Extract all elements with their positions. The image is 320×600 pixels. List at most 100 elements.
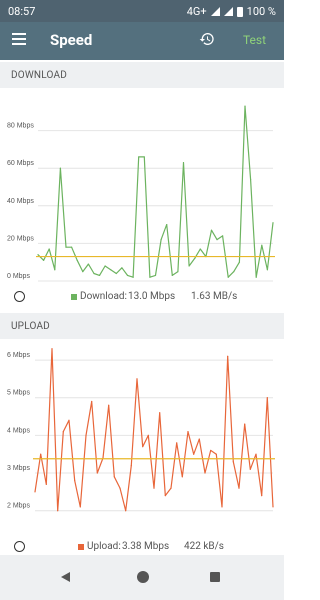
series-line (34, 348, 274, 512)
data-point (119, 487, 121, 489)
hamburger-menu-icon[interactable] (12, 33, 26, 45)
upload-speed-mbps: 3.38 Mbps (122, 541, 170, 552)
data-point (125, 510, 127, 512)
back-icon[interactable] (61, 572, 70, 582)
home-icon[interactable] (137, 571, 149, 583)
data-point (181, 476, 183, 478)
data-point (210, 229, 213, 231)
app-bar: Speed Test (0, 22, 284, 60)
data-point (93, 272, 95, 275)
data-point (261, 244, 263, 246)
y-tick-label: 0 Mbps (7, 273, 30, 280)
upload-legend: Upload: 3.38 Mbps 422 kB/s (0, 537, 284, 557)
data-point (153, 487, 155, 489)
data-point (59, 167, 61, 169)
download-legend-label: Download: (80, 291, 127, 302)
data-point (42, 259, 45, 261)
data-point (154, 274, 157, 276)
data-point (82, 271, 84, 273)
test-button[interactable]: Test (243, 33, 266, 47)
data-point (198, 438, 200, 440)
data-point (215, 453, 217, 455)
data-point (54, 269, 56, 271)
download-toggle-radio[interactable] (14, 291, 25, 302)
data-point (68, 419, 70, 421)
data-point (244, 423, 246, 425)
data-point (37, 254, 39, 256)
data-point (62, 431, 64, 433)
upload-speed-kbs: 422 kB/s (184, 541, 224, 552)
data-point (193, 453, 195, 455)
status-icons: 4G+ 100 % (187, 5, 276, 18)
battery-icon (236, 6, 243, 17)
upload-section-header: UPLOAD (0, 313, 284, 339)
y-tick-label: 6 Mbps (7, 352, 30, 359)
data-point (74, 479, 76, 482)
data-point (171, 274, 173, 276)
series-line (37, 105, 274, 278)
page-title: Speed (50, 31, 93, 49)
data-point (70, 246, 73, 248)
signal-icon-2 (223, 7, 233, 16)
data-point (130, 464, 132, 467)
download-chart-svg: 0 Mbps 20 Mbps 40 Mbps 60 Mbps 80 Mbps (7, 105, 275, 282)
data-point (272, 222, 274, 224)
data-point (142, 446, 144, 448)
data-point (108, 404, 110, 406)
data-point (45, 483, 47, 485)
data-point (87, 263, 89, 265)
data-point (188, 265, 190, 267)
data-point (76, 259, 78, 261)
data-point (160, 239, 162, 241)
upload-chart-svg: 2 Mbps 3 Mbps 4 Mbps 5 Mbps 6 Mbps (7, 348, 275, 512)
network-type: 4G+ (186, 5, 207, 18)
data-point (266, 269, 269, 271)
data-point (51, 348, 53, 350)
signal-icon (210, 7, 220, 16)
y-tick-label: 80 Mbps (7, 123, 34, 130)
data-point (227, 355, 229, 357)
data-point (79, 506, 81, 508)
upload-toggle-radio[interactable] (14, 541, 25, 552)
data-point (238, 487, 240, 489)
data-point (121, 267, 123, 269)
data-point (147, 434, 149, 436)
download-legend-swatch (71, 294, 77, 300)
recent-apps-icon[interactable] (210, 572, 220, 582)
history-icon[interactable] (199, 31, 215, 47)
data-point (149, 276, 151, 278)
battery-level: 100 % (246, 5, 276, 18)
data-point (176, 442, 178, 444)
data-point (166, 224, 168, 226)
upload-chart: 2 Mbps 3 Mbps 4 Mbps 5 Mbps 6 Mbps (0, 340, 284, 530)
data-point (216, 239, 218, 241)
data-point (238, 261, 241, 263)
status-time: 08:57 (8, 5, 36, 18)
download-chart: 0 Mbps 20 Mbps 40 Mbps 60 Mbps 80 Mbps (0, 88, 284, 288)
data-point (96, 472, 98, 474)
download-legend: Download: 13.0 Mbps 1.63 MB/s (0, 287, 284, 307)
y-tick-label: 4 Mbps (7, 427, 30, 434)
data-point (210, 449, 212, 452)
upload-legend-label: Upload: (87, 541, 121, 552)
data-point (233, 271, 235, 273)
data-point (227, 276, 229, 278)
data-point (164, 495, 166, 497)
data-point (194, 257, 196, 260)
data-point (182, 161, 185, 164)
data-point (57, 510, 59, 512)
data-point (113, 476, 115, 478)
data-point (136, 378, 138, 380)
data-point (272, 506, 274, 508)
download-speed-mbs: 1.63 MB/s (191, 291, 238, 302)
data-point (126, 274, 129, 276)
data-point (115, 272, 117, 275)
data-point (104, 265, 106, 267)
data-point (261, 495, 263, 497)
data-point (159, 412, 161, 414)
data-point (199, 248, 201, 250)
data-point (250, 178, 252, 181)
data-point (255, 276, 257, 278)
system-nav-bar (0, 555, 284, 600)
y-tick-label: 5 Mbps (7, 390, 30, 397)
